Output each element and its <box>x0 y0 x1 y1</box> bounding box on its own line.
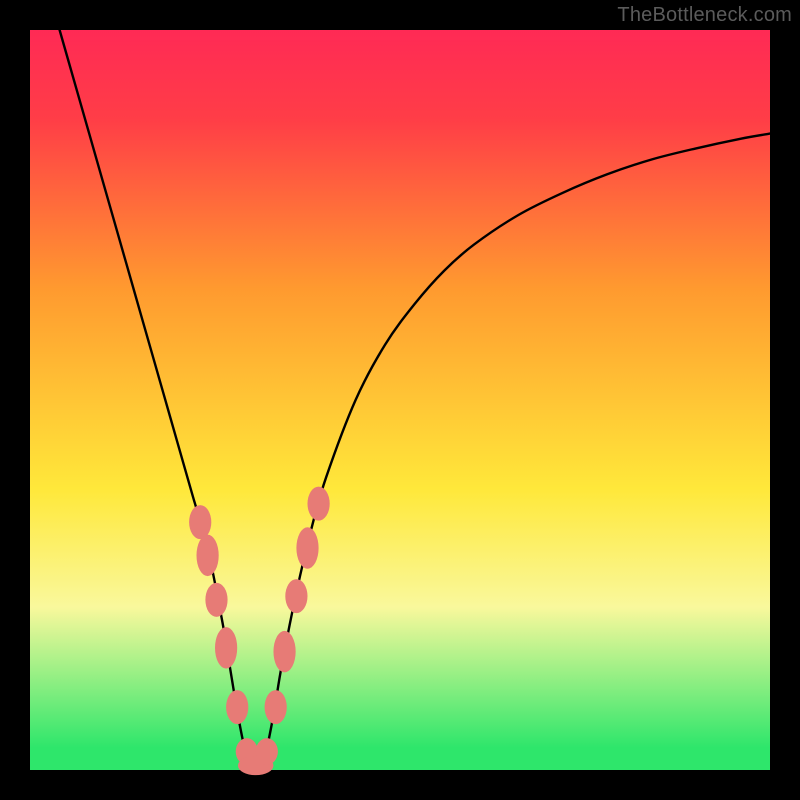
bottleneck-curve <box>60 30 770 770</box>
curve-marker <box>285 579 307 613</box>
curve-marker <box>205 583 227 617</box>
marker-layer <box>189 487 330 776</box>
curve-marker <box>197 535 219 576</box>
chart-svg <box>30 30 770 770</box>
curve-marker <box>215 627 237 668</box>
curve-marker <box>265 690 287 724</box>
curve-marker <box>256 738 278 765</box>
chart-frame: TheBottleneck.com <box>0 0 800 800</box>
curve-marker <box>308 487 330 521</box>
curve-marker <box>189 505 211 539</box>
curve-marker <box>273 631 295 672</box>
chart-plot-area <box>30 30 770 770</box>
curve-marker <box>226 690 248 724</box>
watermark-text: TheBottleneck.com <box>617 4 792 27</box>
curve-marker <box>296 527 318 568</box>
